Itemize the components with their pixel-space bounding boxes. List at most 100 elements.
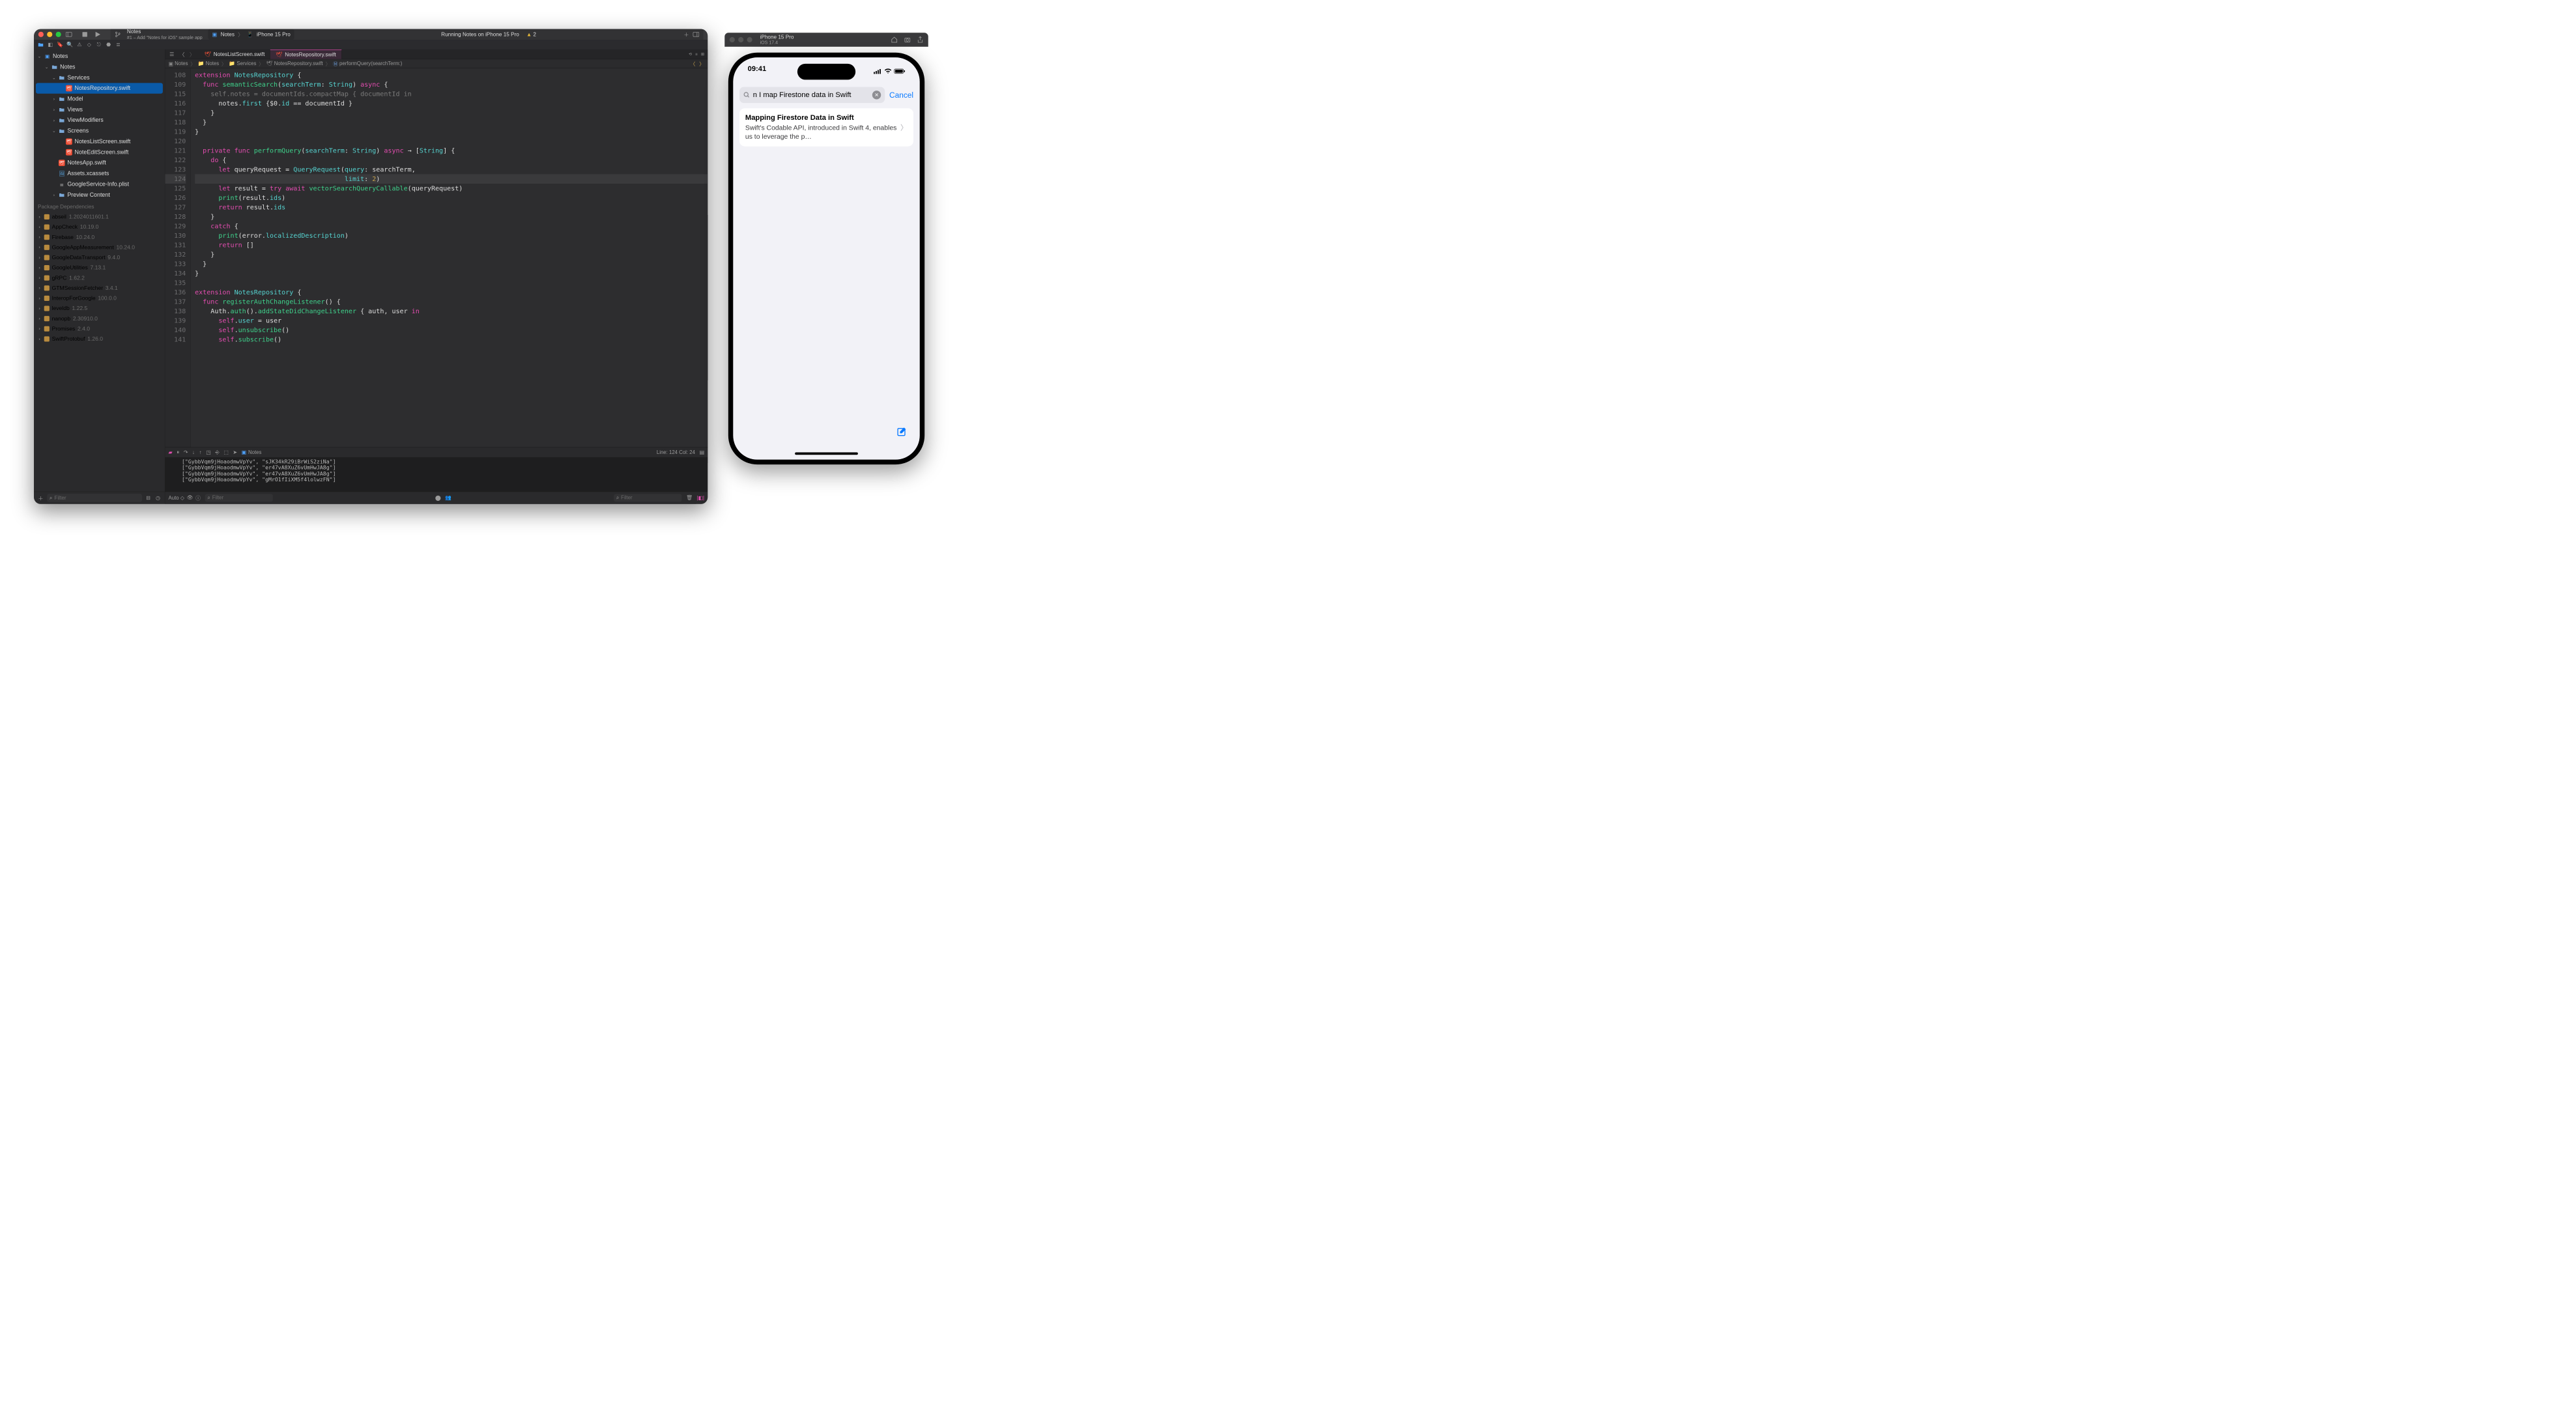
console-output[interactable]: ["GybbVqm9jHoaodmwVpYv", "sJK34kR29iBrWi…: [165, 457, 708, 492]
breakpoint-navigator-icon[interactable]: ⬣: [104, 40, 113, 49]
clear-console-icon[interactable]: 🗑: [686, 495, 693, 501]
sim-zoom-button[interactable]: [747, 37, 752, 42]
location-icon[interactable]: ➤: [233, 449, 237, 455]
search-result-card[interactable]: Mapping Firestore Data in Swift Swift's …: [739, 108, 913, 146]
tree-item[interactable]: ›Model: [34, 94, 165, 104]
project-navigator-icon[interactable]: [36, 40, 45, 49]
editor-split-icon[interactable]: ⊞: [701, 52, 704, 57]
add-file-icon[interactable]: ＋: [37, 494, 44, 501]
step-in-icon[interactable]: ↓: [192, 449, 195, 455]
branch-icon[interactable]: [115, 31, 121, 38]
auto-label[interactable]: Auto ◇: [169, 495, 184, 501]
debug-target[interactable]: ▣ Notes: [242, 449, 262, 455]
jump-prev-icon[interactable]: 〈: [690, 60, 695, 67]
screenshot-icon[interactable]: [904, 36, 911, 43]
package-row[interactable]: ›GoogleDataTransport 9.4.0: [34, 252, 165, 262]
home-icon[interactable]: [891, 36, 897, 43]
pause-icon[interactable]: ⏸: [177, 449, 179, 455]
find-navigator-icon[interactable]: 🔍: [65, 40, 74, 49]
test-navigator-icon[interactable]: ◇: [85, 40, 93, 49]
variables-info-icon[interactable]: ⓘ: [195, 494, 201, 502]
console-filter[interactable]: ⌕ Filter: [614, 494, 681, 502]
variables-filter[interactable]: ⌕ Filter: [205, 494, 273, 502]
clear-search-icon[interactable]: ✕: [872, 91, 881, 99]
sidebar-toggle-icon[interactable]: [65, 31, 72, 38]
persons-icon[interactable]: 👥: [445, 495, 451, 501]
jump-crumb[interactable]: 🕊NotesRepository.swift: [266, 61, 323, 66]
tree-item[interactable]: 🖼Assets.xcassets: [34, 168, 165, 178]
search-field[interactable]: n I map Firestone data in Swift ✕: [739, 87, 885, 104]
line-gutter[interactable]: 1081091151161171181191201211221231241251…: [165, 68, 190, 447]
tree-item[interactable]: 🕊NotesApp.swift: [34, 158, 165, 168]
metrics-icon[interactable]: ⬤: [435, 495, 441, 501]
package-row[interactable]: ›InteropForGoogle 100.0.0: [34, 293, 165, 304]
tree-item[interactable]: ›Views: [34, 104, 165, 115]
add-tab-icon[interactable]: ＋: [683, 31, 689, 38]
zoom-button[interactable]: [56, 32, 61, 37]
editor-tab[interactable]: 🕊NotesRepository.swift: [270, 50, 341, 59]
package-row[interactable]: ›nanopb 2.30910.0: [34, 313, 165, 324]
issue-navigator-icon[interactable]: ⚠: [75, 40, 83, 49]
sim-close-button[interactable]: [730, 37, 735, 42]
sim-minimize-button[interactable]: [738, 37, 743, 42]
stop-button[interactable]: [81, 31, 88, 38]
debug-navigator-icon[interactable]: ⎋: [94, 40, 103, 49]
tree-root[interactable]: ⌄▣Notes: [34, 51, 165, 61]
jump-crumb[interactable]: ⓂperformQuery(searchTerm:): [333, 60, 402, 67]
breakpoint-toggle-icon[interactable]: ▰: [169, 449, 173, 455]
scheme-target[interactable]: ▣ Notes 〉 📱 iPhone 15 Pro: [208, 29, 294, 40]
recent-icon[interactable]: ◷: [154, 494, 161, 501]
scope-icon[interactable]: ⊟: [145, 494, 151, 501]
package-row[interactable]: ›SwiftProtobuf 1.26.0: [34, 333, 165, 344]
nav-back-icon[interactable]: 〈: [178, 50, 186, 59]
tree-item[interactable]: 🕊NotesRepository.swift: [36, 83, 163, 93]
package-row[interactable]: ›leveldb 1.22.5: [34, 304, 165, 314]
close-button[interactable]: [38, 32, 44, 37]
package-row[interactable]: ›GoogleAppMeasurement 10.24.0: [34, 242, 165, 253]
bookmark-navigator-icon[interactable]: 🔖: [56, 40, 64, 49]
package-row[interactable]: ›GoogleUtilities 7.13.1: [34, 262, 165, 273]
variables-view-icon[interactable]: 👁: [187, 495, 193, 501]
source-control-navigator-icon[interactable]: ◧: [46, 40, 55, 49]
tree-item[interactable]: ›ViewModifiers: [34, 115, 165, 125]
minimap-icon[interactable]: ▤: [700, 449, 704, 455]
tree-item[interactable]: 🕊NoteEditScreen.swift: [34, 147, 165, 157]
step-out-icon[interactable]: ↑: [199, 449, 202, 455]
tree-item[interactable]: ›Preview Content: [34, 190, 165, 199]
package-row[interactable]: ›abseil 1.2024011601.1: [34, 212, 165, 222]
memory-icon[interactable]: ⎆: [215, 449, 219, 455]
navigator-filter[interactable]: ⌕ Filter: [47, 494, 142, 502]
home-indicator[interactable]: [795, 453, 858, 455]
minimize-button[interactable]: [47, 32, 52, 37]
nav-forward-icon[interactable]: 〉: [188, 50, 196, 59]
tree-item[interactable]: ⌄Screens: [34, 126, 165, 136]
warning-badge[interactable]: ▲ 2: [526, 31, 536, 38]
tree-item[interactable]: ⌄Notes: [34, 61, 165, 72]
project-tree[interactable]: ⌄▣Notes⌄Notes⌄Services🕊NotesRepository.s…: [34, 50, 165, 199]
editor-refresh-icon[interactable]: ⟲: [689, 52, 692, 57]
scheme-name[interactable]: Notes: [127, 29, 141, 35]
debug-view-icon[interactable]: ◳: [206, 449, 210, 455]
package-row[interactable]: ›gRPC 1.62.2: [34, 273, 165, 283]
tree-item[interactable]: 🕊NotesListScreen.swift: [34, 136, 165, 147]
jump-crumb[interactable]: 📁Notes: [198, 61, 219, 66]
jump-bar[interactable]: ▣Notes〉📁Notes〉📁Services〉🕊NotesRepository…: [165, 59, 708, 68]
related-items-icon[interactable]: ☰: [167, 50, 176, 59]
package-row[interactable]: ›AppCheck 10.19.0: [34, 222, 165, 233]
cancel-button[interactable]: Cancel: [889, 91, 913, 100]
package-row[interactable]: ›Promises 2.4.0: [34, 324, 165, 334]
run-button[interactable]: [94, 31, 101, 38]
library-icon[interactable]: [693, 31, 699, 38]
split-console-icon[interactable]: |◧|: [697, 495, 704, 501]
step-over-icon[interactable]: ↷: [184, 449, 188, 455]
tree-item[interactable]: ≣GoogleService-Info.plist: [34, 179, 165, 190]
package-row[interactable]: ›GTMSessionFetcher 3.4.1: [34, 283, 165, 293]
code-body[interactable]: extension NotesRepository { func semanti…: [190, 68, 708, 447]
editor-options-icon[interactable]: ≡: [695, 52, 697, 57]
jump-next-icon[interactable]: 〉: [699, 60, 704, 67]
package-row[interactable]: ›Firebase 10.24.0: [34, 232, 165, 242]
debug-hierarchy-icon[interactable]: ⬚: [223, 449, 228, 455]
tree-item[interactable]: ⌄Services: [34, 72, 165, 83]
editor-tab[interactable]: 🕊NotesListScreen.swift: [199, 50, 270, 59]
iphone-screen[interactable]: 09:41: [733, 57, 919, 460]
